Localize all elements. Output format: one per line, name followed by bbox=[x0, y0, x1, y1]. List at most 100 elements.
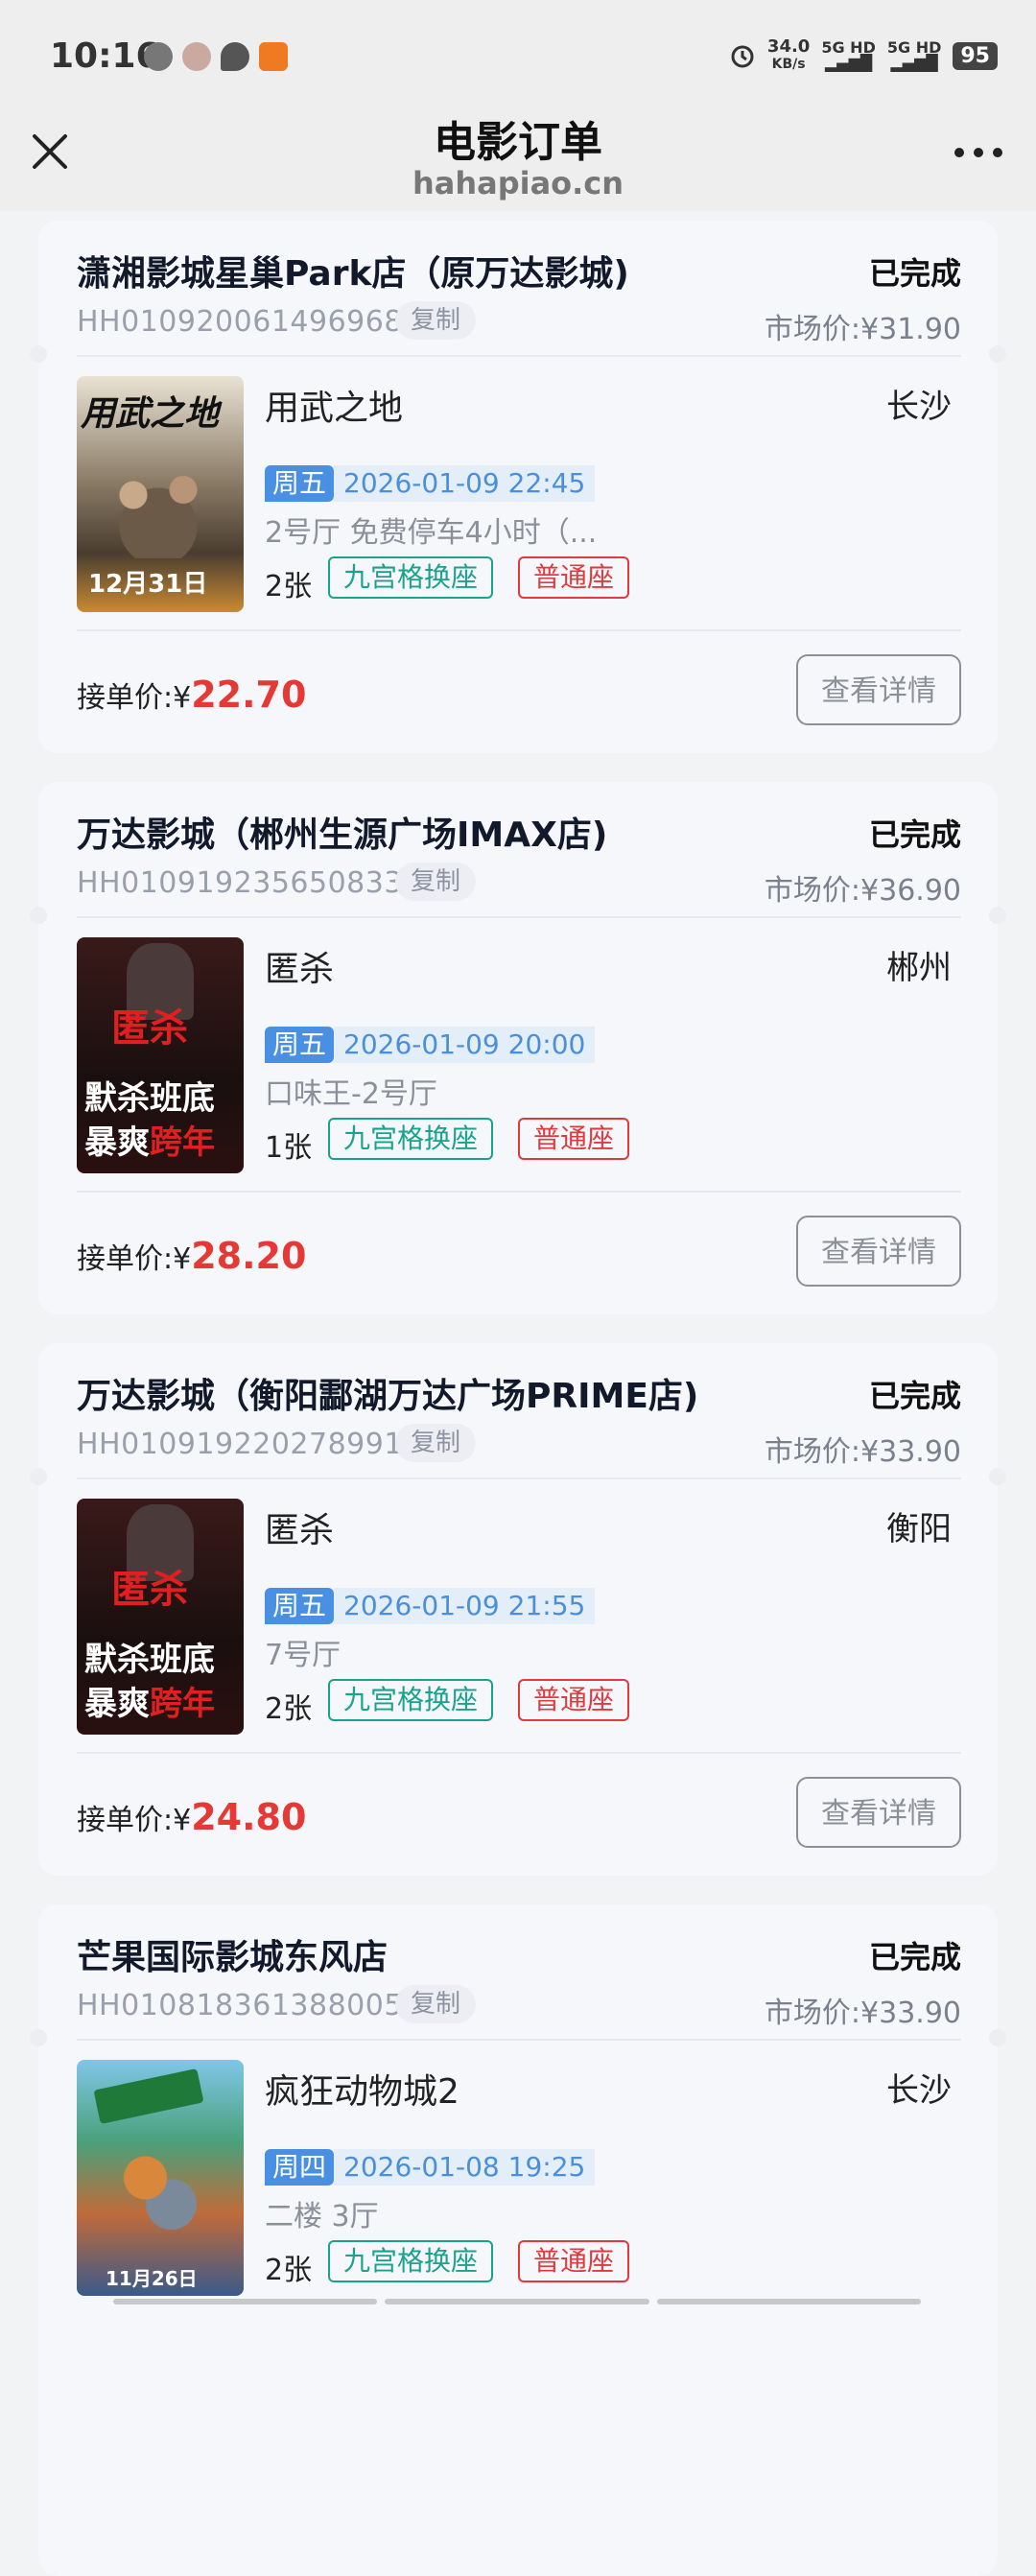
showtime: 周四 2026-01-08 19:25 bbox=[265, 2149, 596, 2186]
cinema-name: 潇湘影城星巢Park店（原万达影城) bbox=[77, 254, 629, 294]
city: 长沙 bbox=[886, 388, 952, 426]
ticket-quantity: 2张 bbox=[265, 1692, 313, 1726]
movie-poster[interactable]: 用武之地 12月31日 bbox=[77, 376, 244, 612]
city: 长沙 bbox=[886, 2071, 952, 2110]
ticket-quantity: 1张 bbox=[265, 1131, 313, 1165]
show-datetime: 2026-01-09 21:55 bbox=[334, 1588, 596, 1624]
hall-info: 口味王-2号厅 bbox=[265, 1077, 437, 1111]
accept-price: 接单价:¥22.70 bbox=[77, 674, 307, 716]
show-datetime: 2026-01-09 22:45 bbox=[334, 465, 596, 502]
cinema-name: 万达影城（郴州生源广场IMAX店) bbox=[77, 815, 608, 855]
more-options-icon[interactable] bbox=[950, 138, 1007, 167]
hall-info: 2号厅 免费停车4小时（... bbox=[265, 516, 598, 550]
market-price: 市场价:¥33.90 bbox=[764, 1997, 961, 2030]
accept-price-value: 22.70 bbox=[191, 674, 307, 716]
avatar-notification-icon bbox=[182, 42, 211, 71]
city: 衡阳 bbox=[886, 1510, 952, 1548]
divider bbox=[77, 1752, 961, 1754]
view-details-button[interactable]: 查看详情 bbox=[796, 1777, 961, 1848]
movie-title: 疯狂动物城2 bbox=[265, 2072, 459, 2112]
page-domain: hahapiao.cn bbox=[412, 165, 624, 201]
movie-poster[interactable]: 匿杀 默杀班底 暴爽跨年 bbox=[77, 1499, 244, 1735]
seat-type-tag: 普通座 bbox=[518, 1679, 630, 1721]
seat-swap-tag: 九宫格换座 bbox=[328, 1679, 494, 1721]
divider bbox=[77, 2039, 961, 2041]
seat-type-tag: 普通座 bbox=[518, 556, 630, 599]
view-details-button[interactable]: 查看详情 bbox=[796, 654, 961, 725]
signal-bars-2-icon: ▂▄▆█ bbox=[890, 54, 938, 72]
app-notification-icon bbox=[144, 42, 173, 71]
horizontal-scrollbar[interactable] bbox=[113, 2299, 921, 2304]
city: 郴州 bbox=[886, 949, 952, 987]
copy-button[interactable]: 复制 bbox=[395, 863, 477, 901]
divider bbox=[77, 629, 961, 631]
order-number: HH010818361388005 bbox=[77, 1989, 403, 2022]
show-datetime: 2026-01-08 19:25 bbox=[334, 2149, 596, 2186]
page-title: 电影订单 bbox=[434, 118, 602, 167]
accept-price-value: 24.80 bbox=[191, 1796, 307, 1838]
divider bbox=[77, 916, 961, 918]
poster-tagline-2: 暴爽跨年 bbox=[84, 1123, 215, 1162]
movie-title: 用武之地 bbox=[265, 389, 404, 428]
copy-button[interactable]: 复制 bbox=[395, 301, 477, 340]
movie-title: 匿杀 bbox=[265, 950, 335, 989]
poster-tagline-1: 默杀班底 bbox=[84, 1079, 215, 1118]
view-details-button[interactable]: 查看详情 bbox=[796, 1216, 961, 1287]
divider bbox=[77, 1191, 961, 1193]
order-status: 已完成 bbox=[868, 1378, 961, 1414]
hall-info: 7号厅 bbox=[265, 1639, 341, 1672]
signal-bars-1-icon: ▂▄▆█ bbox=[824, 54, 873, 72]
poster-tagline-1: 默杀班底 bbox=[84, 1641, 215, 1679]
movie-poster[interactable]: 11月26日 bbox=[77, 2060, 244, 2296]
order-card[interactable]: 芒果国际影城东风店 已完成 HH010818361388005 复制 市场价:¥… bbox=[30, 1904, 1006, 2576]
order-number: HH010920061496968 bbox=[77, 305, 403, 339]
chat-notification-icon bbox=[221, 42, 249, 71]
order-card[interactable]: 万达影城（郴州生源广场IMAX店) 已完成 HH010919235650833 … bbox=[30, 782, 1006, 1314]
divider bbox=[77, 1477, 961, 1479]
weekday-badge: 周五 bbox=[265, 1027, 335, 1063]
accept-price: 接单价:¥28.20 bbox=[77, 1235, 307, 1277]
showtime: 周五 2026-01-09 22:45 bbox=[265, 465, 596, 502]
cinema-name: 万达影城（衡阳酃湖万达广场PRIME店) bbox=[77, 1377, 699, 1416]
order-card[interactable]: 万达影城（衡阳酃湖万达广场PRIME店) 已完成 HH0109192202789… bbox=[30, 1343, 1006, 1876]
poster-title: 匿杀 bbox=[111, 1006, 188, 1051]
weekday-badge: 周五 bbox=[265, 1588, 335, 1624]
market-price: 市场价:¥33.90 bbox=[764, 1435, 961, 1469]
showtime: 周五 2026-01-09 20:00 bbox=[265, 1027, 596, 1063]
poster-title: 匿杀 bbox=[111, 1568, 188, 1612]
accept-price-value: 28.20 bbox=[191, 1235, 307, 1277]
showtime: 周五 2026-01-09 21:55 bbox=[265, 1588, 596, 1624]
order-status: 已完成 bbox=[868, 255, 961, 292]
ticket-quantity: 2张 bbox=[265, 2254, 313, 2287]
seat-swap-tag: 九宫格换座 bbox=[328, 2240, 494, 2282]
page-header: 电影订单 hahapiao.cn bbox=[0, 106, 1036, 211]
movie-title: 匿杀 bbox=[265, 1511, 335, 1550]
order-number: HH010919235650833 bbox=[77, 866, 403, 900]
market-price: 市场价:¥36.90 bbox=[764, 874, 961, 908]
order-card[interactable]: 潇湘影城星巢Park店（原万达影城) 已完成 HH010920061496968… bbox=[30, 221, 1006, 753]
app-orange-icon bbox=[259, 42, 288, 71]
poster-title: 用武之地 bbox=[81, 394, 220, 434]
seat-type-tag: 普通座 bbox=[518, 2240, 630, 2282]
order-status: 已完成 bbox=[868, 1939, 961, 1975]
battery-icon: 95 bbox=[953, 41, 998, 70]
poster-date: 12月31日 bbox=[88, 570, 208, 599]
order-status: 已完成 bbox=[868, 816, 961, 853]
status-bar: 10:16 34.0 KB/s 5G HD ▂▄▆█ 5G HD ▂▄▆█ 95 bbox=[0, 0, 1036, 106]
net-speed-value: 34.0 bbox=[766, 36, 811, 57]
copy-button[interactable]: 复制 bbox=[395, 1424, 477, 1462]
ticket-quantity: 2张 bbox=[265, 570, 313, 603]
alarm-icon bbox=[731, 45, 754, 68]
accept-price: 接单价:¥24.80 bbox=[77, 1796, 307, 1838]
cinema-name: 芒果国际影城东风店 bbox=[77, 1938, 388, 1977]
copy-button[interactable]: 复制 bbox=[395, 1985, 477, 2023]
divider bbox=[77, 355, 961, 357]
movie-poster[interactable]: 匿杀 默杀班底 暴爽跨年 bbox=[77, 937, 244, 1173]
poster-date: 11月26日 bbox=[106, 2267, 198, 2290]
seat-type-tag: 普通座 bbox=[518, 1118, 630, 1160]
show-datetime: 2026-01-09 20:00 bbox=[334, 1027, 596, 1063]
weekday-badge: 周四 bbox=[265, 2149, 335, 2186]
poster-tagline-2: 暴爽跨年 bbox=[84, 1685, 215, 1723]
weekday-badge: 周五 bbox=[265, 465, 335, 502]
order-number: HH010919220278991 bbox=[77, 1428, 403, 1461]
